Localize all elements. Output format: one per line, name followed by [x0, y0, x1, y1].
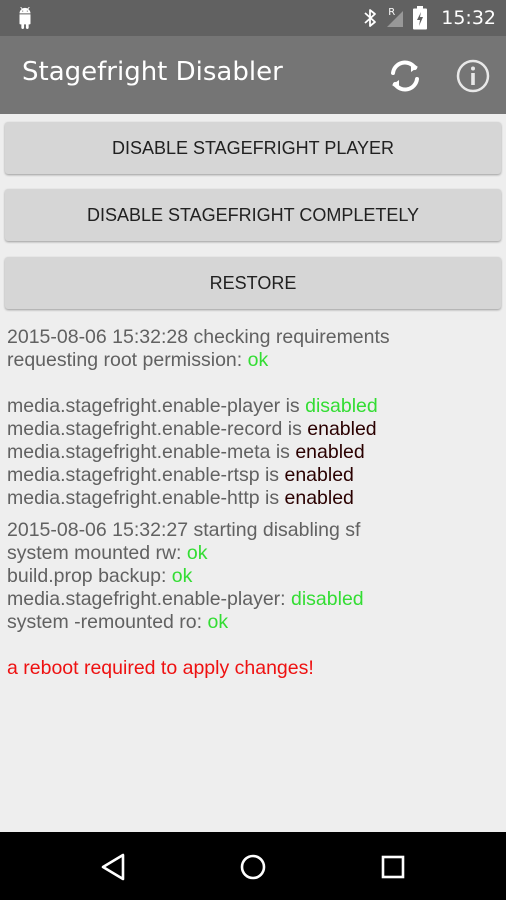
- status-ok: ok: [207, 611, 229, 633]
- reboot-message: a reboot required to apply changes!: [7, 657, 314, 679]
- log-line: build.prop backup: ok: [7, 565, 193, 587]
- status-disabled: disabled: [291, 588, 364, 610]
- log-line: media.stagefright.enable-player: disable…: [7, 588, 364, 610]
- info-button[interactable]: [452, 55, 494, 97]
- home-icon: [240, 854, 266, 880]
- bluetooth-icon: [364, 9, 377, 27]
- prop-line: media.stagefright.enable-player is disab…: [7, 395, 378, 417]
- log-line: 2015-08-06 15:32:28 checking requirement…: [7, 326, 390, 348]
- android-debug-icon: [19, 7, 31, 29]
- prop-line: media.stagefright.enable-meta is enabled: [7, 441, 365, 463]
- prop-line: media.stagefright.enable-record is enabl…: [7, 418, 377, 440]
- refresh-button[interactable]: [384, 55, 426, 97]
- status-icons: R 15:32: [363, 0, 496, 36]
- prop-value: enabled: [295, 441, 365, 463]
- prop-value: enabled: [307, 418, 377, 440]
- log-line: system mounted rw: ok: [7, 542, 208, 564]
- navigation-bar: [0, 832, 506, 900]
- log-line: 2015-08-06 15:32:27 starting disabling s…: [7, 519, 361, 541]
- prop-line: media.stagefright.enable-rtsp is enabled: [7, 464, 354, 486]
- log-line: system -remounted ro: ok: [7, 611, 229, 633]
- log-line: requesting root permission: ok: [7, 349, 269, 371]
- roaming-label: R: [388, 7, 396, 18]
- refresh-icon: [391, 60, 419, 92]
- status-ok: ok: [171, 565, 193, 587]
- disable-completely-button[interactable]: DISABLE STAGEFRIGHT COMPLETELY: [5, 189, 501, 241]
- recents-icon: [381, 855, 405, 879]
- status-bar: R 15:32: [0, 0, 506, 36]
- app-title: Stagefright Disabler: [22, 57, 283, 87]
- back-button[interactable]: [96, 849, 132, 885]
- prop-value: disabled: [305, 395, 378, 417]
- disable-player-button[interactable]: DISABLE STAGEFRIGHT PLAYER: [5, 122, 501, 174]
- prop-line: media.stagefright.enable-http is enabled: [7, 487, 354, 509]
- restore-button[interactable]: RESTORE: [5, 257, 501, 309]
- home-button[interactable]: [235, 849, 271, 885]
- info-icon: [456, 59, 490, 93]
- recents-button[interactable]: [375, 849, 411, 885]
- signal-icon: R: [385, 7, 405, 29]
- prop-value: enabled: [284, 464, 354, 486]
- prop-value: enabled: [284, 487, 354, 509]
- clock: 15:32: [441, 7, 496, 29]
- back-icon: [101, 853, 125, 881]
- battery-icon: [413, 6, 428, 30]
- app-bar: Stagefright Disabler: [0, 36, 506, 114]
- status-ok: ok: [247, 349, 269, 371]
- log-output: 2015-08-06 15:32:28 checking requirement…: [7, 326, 501, 680]
- status-ok: ok: [186, 542, 208, 564]
